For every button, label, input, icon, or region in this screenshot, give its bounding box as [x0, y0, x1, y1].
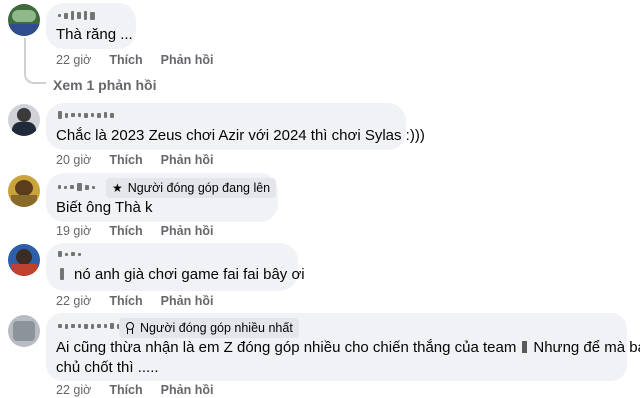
- like-button[interactable]: Thích: [109, 294, 142, 308]
- comment-time[interactable]: 22 giờ: [56, 383, 91, 397]
- comment-actions: 22 giờ Thích Phản hồi: [56, 53, 213, 67]
- comment-text: nó anh già chơi game fai fai bây ơi: [74, 266, 305, 283]
- contributor-badge[interactable]: ★ Người đóng góp đang lên: [106, 178, 277, 198]
- comment-text-line2: chủ chốt thì .....: [56, 359, 159, 376]
- reply-button[interactable]: Phản hồi: [161, 53, 214, 67]
- comment-text: Ai cũng thừa nhận là em Z đóng góp nhiều…: [56, 338, 640, 358]
- avatar[interactable]: [8, 4, 40, 36]
- comment-text: Thà răng ...: [56, 26, 133, 43]
- commenter-name[interactable]: [58, 183, 95, 191]
- badge-label: Người đóng góp nhiều nhất: [140, 321, 293, 335]
- commenter-name[interactable]: [58, 11, 95, 20]
- comment-text: Chắc là 2023 Zeus chơi Azir với 2024 thì…: [56, 127, 425, 144]
- badge-label: Người đóng góp đang lên: [127, 181, 271, 195]
- comment-time[interactable]: 19 giờ: [56, 224, 91, 238]
- avatar[interactable]: [8, 244, 40, 276]
- comment-time[interactable]: 22 giờ: [56, 294, 91, 308]
- comment-text-part: Nhưng để mà bảo: [533, 339, 640, 356]
- comment-actions: 19 giờ Thích Phản hồi: [56, 224, 213, 238]
- reply-button[interactable]: Phản hồi: [161, 294, 214, 308]
- like-button[interactable]: Thích: [109, 53, 142, 67]
- view-replies-link[interactable]: Xem 1 phản hồi: [53, 77, 156, 93]
- censored-mark: [60, 268, 64, 280]
- comment-actions: 22 giờ Thích Phản hồi: [56, 383, 213, 397]
- avatar[interactable]: [8, 104, 40, 136]
- comment-actions: 22 giờ Thích Phản hồi: [56, 294, 213, 308]
- avatar[interactable]: [8, 175, 40, 207]
- comment-time[interactable]: 20 giờ: [56, 153, 91, 167]
- commenter-name[interactable]: [58, 323, 121, 329]
- like-button[interactable]: Thích: [109, 383, 142, 397]
- reply-button[interactable]: Phản hồi: [161, 224, 214, 238]
- star-icon: ★: [112, 181, 123, 195]
- contributor-badge[interactable]: Người đóng góp nhiều nhất: [119, 318, 299, 338]
- avatar[interactable]: [8, 315, 40, 347]
- reply-button[interactable]: Phản hồi: [161, 383, 214, 397]
- like-button[interactable]: Thích: [109, 224, 142, 238]
- award-icon: [125, 322, 135, 334]
- commenter-name[interactable]: [58, 251, 81, 257]
- reply-button[interactable]: Phản hồi: [161, 153, 214, 167]
- comment-text: Biết ông Thà k: [56, 199, 153, 216]
- commenter-name[interactable]: [58, 111, 114, 119]
- comment-actions: 20 giờ Thích Phản hồi: [56, 153, 213, 167]
- like-button[interactable]: Thích: [109, 153, 142, 167]
- reply-thread-line: [24, 38, 46, 84]
- censored-mark: [522, 341, 528, 353]
- comment-time[interactable]: 22 giờ: [56, 53, 91, 67]
- comment-text-part: Ai cũng thừa nhận là em Z đóng góp nhiều…: [56, 339, 517, 356]
